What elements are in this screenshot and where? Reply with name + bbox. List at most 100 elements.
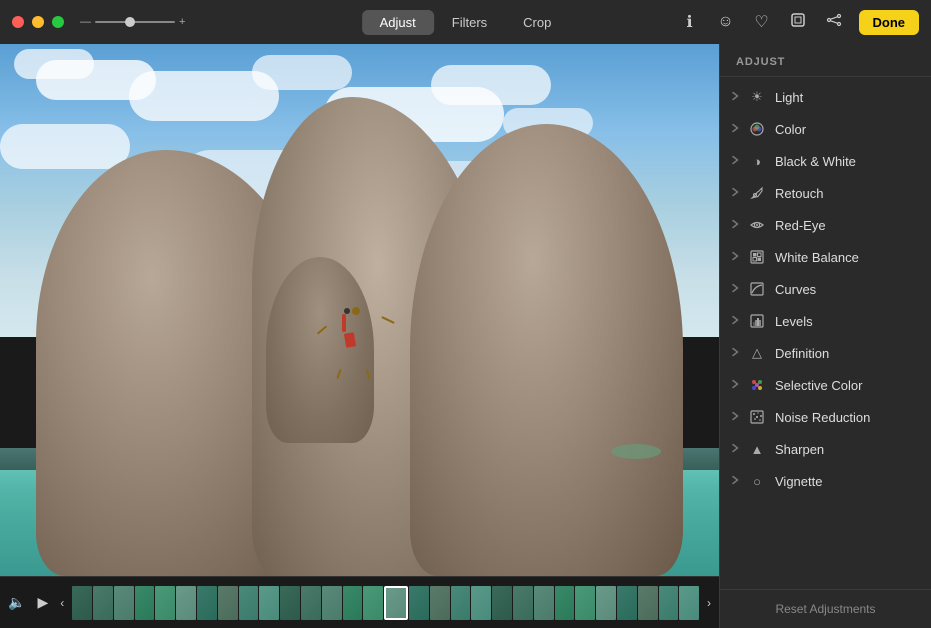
adjust-item-curves[interactable]: Curves (720, 273, 931, 305)
adjust-item-vignette[interactable]: ○Vignette (720, 465, 931, 497)
filmstrip-frame[interactable] (679, 586, 699, 620)
filmstrip-track (72, 584, 699, 622)
filmstrip-frame[interactable] (197, 586, 217, 620)
adjust-item-black-white[interactable]: ◑Black & White (720, 145, 931, 177)
chevron-icon-vignette (732, 475, 739, 487)
photo-container (0, 44, 719, 576)
filmstrip-frame[interactable] (430, 586, 450, 620)
filmstrip-frame[interactable] (534, 586, 554, 620)
adjust-item-label-levels: Levels (775, 314, 813, 329)
filmstrip-frame[interactable] (218, 586, 238, 620)
white-balance-icon (749, 249, 765, 265)
filters-tab[interactable]: Filters (434, 10, 505, 35)
filmstrip-frame[interactable] (280, 586, 300, 620)
filmstrip-frame[interactable] (114, 586, 134, 620)
filmstrip-frame[interactable] (93, 586, 113, 620)
reset-adjustments-button[interactable]: Reset Adjustments (775, 602, 875, 616)
adjust-item-light[interactable]: ☀ Light (720, 81, 931, 113)
cloud (14, 49, 94, 79)
adjust-panel-header: ADJUST (720, 44, 931, 77)
adjust-item-label-retouch: Retouch (775, 186, 823, 201)
adjust-item-label-curves: Curves (775, 282, 816, 297)
maximize-button[interactable] (52, 16, 64, 28)
filmstrip-frame[interactable] (409, 586, 429, 620)
crop-tab[interactable]: Crop (505, 10, 569, 35)
minimize-button[interactable] (32, 16, 44, 28)
filmstrip-frame[interactable] (575, 586, 595, 620)
chevron-icon-color (732, 123, 739, 135)
chevron-icon-retouch (732, 187, 739, 199)
zoom-slider[interactable]: — + (80, 16, 185, 28)
zoom-plus-icon: + (179, 16, 185, 28)
filmstrip-frame[interactable] (638, 586, 658, 620)
filmstrip-frame[interactable] (72, 586, 92, 620)
filmstrip-frame[interactable] (363, 586, 383, 620)
adjust-item-label-noise-reduction: Noise Reduction (775, 410, 870, 425)
color-icon (749, 121, 765, 137)
info-icon: ℹ (686, 12, 692, 32)
info-button[interactable]: ℹ (679, 11, 701, 33)
adjust-item-label-light: Light (775, 90, 803, 105)
filmstrip-frame[interactable] (555, 586, 575, 620)
filmstrip-frame[interactable] (492, 586, 512, 620)
chevron-icon-levels (732, 315, 739, 327)
filmstrip-frame[interactable] (513, 586, 533, 620)
crop-square-icon (790, 12, 806, 33)
adjust-item-label-color: Color (775, 122, 806, 137)
filmstrip-frame[interactable] (301, 586, 321, 620)
adjust-panel: ADJUST ☀ Light Color ◑Black & White Retouch R… (719, 44, 931, 628)
close-button[interactable] (12, 16, 24, 28)
toolbar-center: Adjust Filters Crop (362, 10, 570, 35)
adjust-item-label-black-white: Black & White (775, 154, 856, 169)
adjust-item-noise-reduction[interactable]: Noise Reduction (720, 401, 931, 433)
adjust-item-label-definition: Definition (775, 346, 829, 361)
filmstrip-frame[interactable] (451, 586, 471, 620)
cloud (431, 65, 551, 105)
play-button[interactable]: ▶ (33, 592, 52, 613)
adjust-item-levels[interactable]: Levels (720, 305, 931, 337)
adjust-tab[interactable]: Adjust (362, 10, 434, 35)
filmstrip-next[interactable]: › (703, 594, 715, 612)
speaker-button[interactable]: 🔈 (4, 592, 29, 613)
crop-icon-button[interactable] (787, 11, 809, 33)
adjust-item-color[interactable]: Color (720, 113, 931, 145)
filmstrip-frame[interactable] (596, 586, 616, 620)
slider-track (95, 21, 175, 23)
chevron-icon-selective-color (732, 379, 739, 391)
filmstrip-frame[interactable] (659, 586, 679, 620)
speaker-icon: 🔈 (8, 594, 25, 611)
adjust-item-definition[interactable]: △ Definition (720, 337, 931, 369)
curves-icon (749, 281, 765, 297)
filmstrip-frame[interactable] (343, 586, 363, 620)
share-button[interactable] (823, 11, 845, 33)
filmstrip-frame[interactable] (617, 586, 637, 620)
emoji-button[interactable]: ☺ (715, 11, 737, 33)
adjust-item-selective-color[interactable]: Selective Color (720, 369, 931, 401)
filmstrip-frame[interactable] (135, 586, 155, 620)
filmstrip-frame[interactable] (155, 586, 175, 620)
photo-area: 🔈 ▶ ‹ › (0, 44, 719, 628)
titlebar: — + Adjust Filters Crop ℹ ☺ ♡ (0, 0, 931, 44)
adjust-item-white-balance[interactable]: White Balance (720, 241, 931, 273)
filmstrip-frame[interactable] (239, 586, 259, 620)
adjust-item-red-eye[interactable]: Red-Eye (720, 209, 931, 241)
filmstrip-frame[interactable] (384, 586, 408, 620)
done-button[interactable]: Done (859, 10, 920, 35)
adjust-item-label-selective-color: Selective Color (775, 378, 862, 393)
favorite-button[interactable]: ♡ (751, 11, 773, 33)
filmstrip-frame[interactable] (176, 586, 196, 620)
noise-reduction-icon (749, 409, 765, 425)
rock-small (266, 257, 374, 443)
cloud (252, 55, 352, 90)
chevron-icon-noise-reduction (732, 411, 739, 423)
filmstrip-frame[interactable] (322, 586, 342, 620)
adjust-item-retouch[interactable]: Retouch (720, 177, 931, 209)
filmstrip-prev[interactable]: ‹ (56, 594, 68, 612)
filmstrip-frame[interactable] (471, 586, 491, 620)
adjust-item-sharpen[interactable]: ▲Sharpen (720, 433, 931, 465)
definition-icon: △ (749, 345, 765, 361)
play-icon: ▶ (37, 594, 48, 611)
filmstrip-frame[interactable] (259, 586, 279, 620)
adjust-list: ☀ Light Color ◑Black & White Retouch Red-EyeW… (720, 77, 931, 589)
light-icon: ☀ (749, 89, 765, 105)
